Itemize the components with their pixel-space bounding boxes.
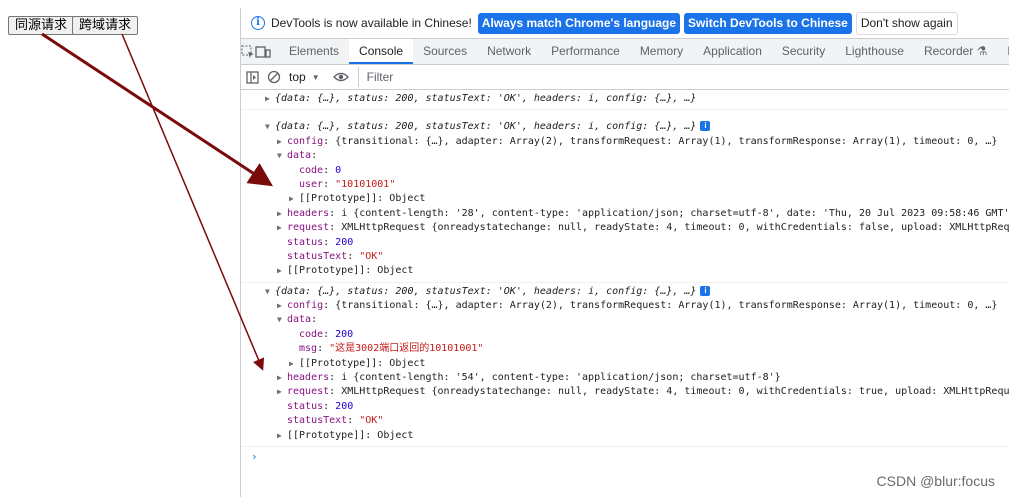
same-origin-request-button[interactable]: 同源请求 [8,16,75,35]
object-summary: {data: {…}, status: 200, statusText: 'OK… [275,285,697,297]
expand-triangle-icon[interactable]: ▶ [277,207,287,221]
expand-triangle-icon[interactable]: ▶ [289,357,299,371]
expand-triangle-icon[interactable]: ▶ [277,135,287,149]
tab-application[interactable]: Application [693,39,772,64]
switch-to-chinese-button[interactable]: Switch DevTools to Chinese [684,12,852,34]
dropdown-arrow-icon: ▼ [311,72,320,82]
prototype-label: [[Prototype]]: Object [299,193,426,205]
prototype-label: [[Prototype]]: Object [287,429,414,441]
tab-network[interactable]: Network [477,39,541,64]
prop-value-config: {transitional: {…}, adapter: Array(2), t… [335,135,998,147]
page-content: 同源请求 跨域请求 [0,0,240,497]
tab-security[interactable]: Security [772,39,835,64]
cross-origin-request-button[interactable]: 跨域请求 [72,16,139,35]
always-match-language-button[interactable]: Always match Chrome's language [477,12,681,34]
dont-show-again-button[interactable]: Don't show again [855,11,958,35]
expand-triangle-icon[interactable]: ▶ [277,371,287,385]
collapse-triangle-icon[interactable]: ▼ [277,149,287,163]
tab-console[interactable]: Console [349,39,414,64]
clear-console-icon[interactable] [263,65,285,89]
collapse-triangle-icon[interactable]: ▼ [265,120,275,134]
expand-triangle-icon[interactable]: ▶ [277,221,287,235]
prop-key-code: code [299,328,324,340]
tab-performance-insights[interactable]: Perf [997,39,1009,64]
info-badge-icon[interactable]: i [700,121,711,132]
info-icon: i [251,16,265,30]
object-summary: {data: {…}, status: 200, statusText: 'OK… [275,93,697,104]
expand-triangle-icon[interactable]: ▶ [277,385,287,399]
expand-triangle-icon[interactable]: ▶ [277,299,287,313]
console-output: ▶ {data: {…}, status: 200, statusText: 'O… [241,90,1009,464]
prop-value-request: XMLHttpRequest {onreadystatechange: null… [341,386,1009,398]
device-toolbar-icon[interactable] [255,39,271,64]
console-toolbar: top ▼ Filter [241,65,1009,90]
prop-key-data: data [287,314,312,326]
console-prompt-input[interactable]: › [241,447,1009,464]
console-message-collapsed[interactable]: ▶ {data: {…}, status: 200, statusText: 'O… [241,90,1009,111]
prop-key-headers: headers [287,207,330,219]
watermark-text: CSDN @blur:focus [876,473,995,489]
prop-key-request: request [287,222,330,234]
inspect-element-icon[interactable] [241,39,255,64]
tab-recorder[interactable]: Recorder ⚗ [914,39,997,64]
prop-value-statustext: "OK" [359,415,384,427]
prop-key-config: config [287,135,324,147]
prop-value-headers: i {content-length: '28', content-type: '… [341,207,1009,219]
prop-value-code: 0 [335,164,342,176]
prototype-label: [[Prototype]]: Object [299,357,426,369]
prop-value-headers: i {content-length: '54', content-type: '… [341,372,781,384]
prop-value-config: {transitional: {…}, adapter: Array(2), t… [335,300,998,312]
flask-icon: ⚗ [976,44,988,58]
console-filter-input[interactable]: Filter [357,67,1009,87]
prop-key-user: user [299,178,324,190]
prop-key-request: request [287,386,330,398]
tab-recorder-label: Recorder [923,44,974,58]
expand-triangle-icon[interactable]: ▶ [289,192,299,206]
prop-value-status: 200 [335,236,354,248]
prop-value-user: "10101001" [335,178,396,190]
notice-text: DevTools is now available in Chinese! [271,16,472,30]
devtools-tab-bar: Elements Console Sources Network Perform… [241,39,1009,65]
context-selector[interactable]: top ▼ [285,70,324,84]
prop-key-code: code [299,164,324,176]
info-badge-icon[interactable]: i [700,285,711,296]
prototype-label: [[Prototype]]: Object [287,265,414,277]
expand-triangle-icon[interactable]: ▶ [265,92,275,106]
expand-triangle-icon[interactable]: ▶ [277,264,287,278]
prop-value-msg: "这是3002端口返回的10101001" [329,343,484,355]
tab-performance[interactable]: Performance [541,39,630,64]
prop-value-code: 200 [335,328,354,340]
prop-value-statustext: "OK" [359,250,384,262]
object-summary: {data: {…}, status: 200, statusText: 'OK… [275,121,697,133]
tab-lighthouse[interactable]: Lighthouse [835,39,914,64]
prop-key-config: config [287,300,324,312]
tab-elements[interactable]: Elements [279,39,349,64]
prop-value-status: 200 [335,400,354,412]
prop-key-status: status [287,400,324,412]
collapse-triangle-icon[interactable]: ▼ [265,285,275,299]
console-message-1[interactable]: ▼ {data: {…}, status: 200, statusText: 'O… [241,110,1009,283]
prop-key-statustext: statusText [287,415,348,427]
prop-key-data: data [287,150,312,162]
prop-key-statustext: statusText [287,250,348,262]
language-notice-bar: i DevTools is now available in Chinese! … [241,8,1009,39]
live-expression-eye-icon[interactable] [330,65,352,89]
tab-sources[interactable]: Sources [413,39,477,64]
prop-key-headers: headers [287,372,330,384]
context-label: top [289,70,306,84]
prop-key-msg: msg [299,343,318,355]
tab-memory[interactable]: Memory [630,39,693,64]
prop-key-status: status [287,236,324,248]
devtools-panel: i DevTools is now available in Chinese! … [240,8,1009,497]
sidebar-toggle-icon[interactable] [241,65,263,89]
prop-value-request: XMLHttpRequest {onreadystatechange: null… [341,222,1009,234]
expand-triangle-icon[interactable]: ▶ [277,429,287,443]
console-message-2[interactable]: ▼ {data: {…}, status: 200, statusText: 'O… [241,283,1009,447]
collapse-triangle-icon[interactable]: ▼ [277,313,287,327]
